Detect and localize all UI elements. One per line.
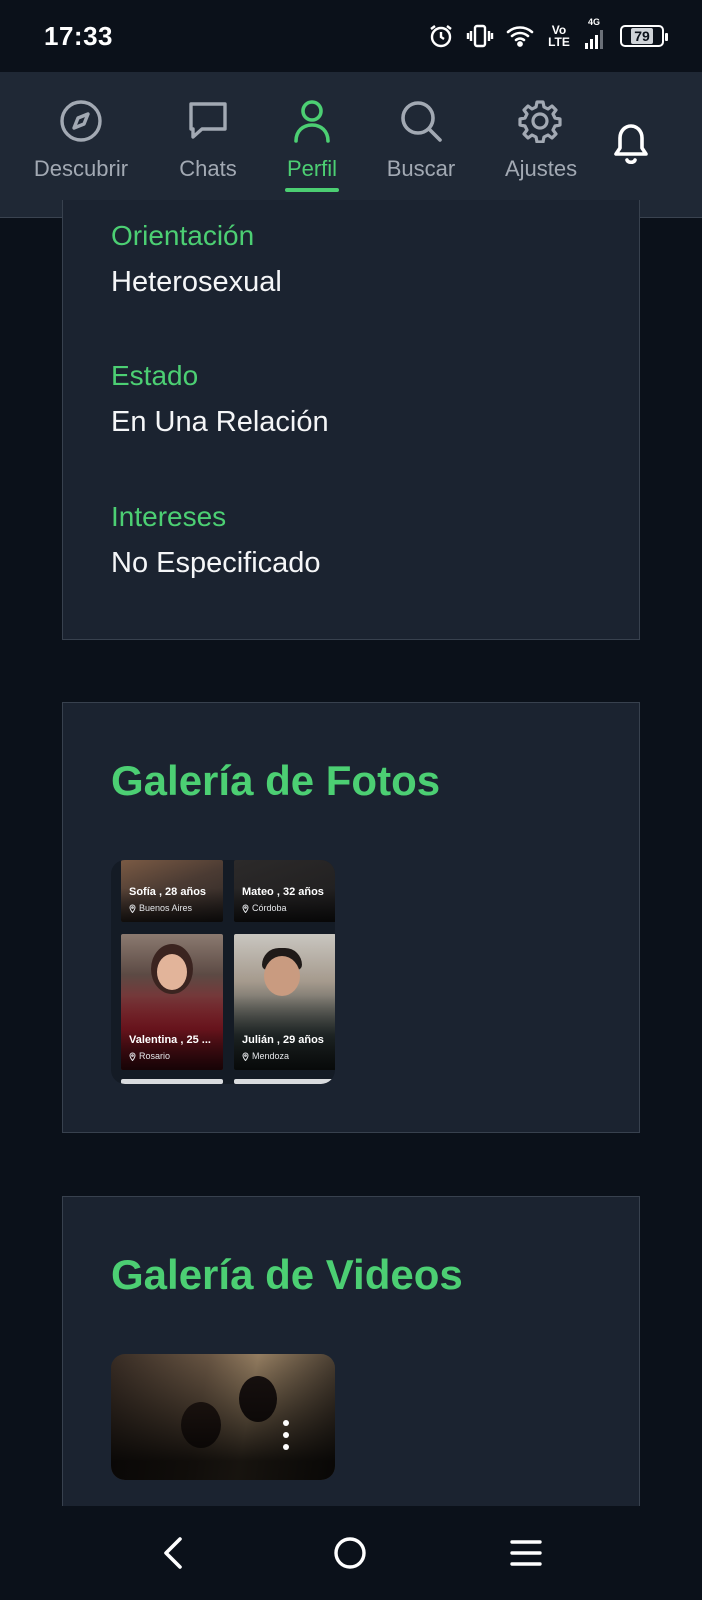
photo-name: Sofía , 28 años [129, 886, 207, 898]
info-orientation: Orientación Heterosexual [111, 220, 282, 299]
info-label: Orientación [111, 220, 255, 251]
back-icon [164, 1537, 182, 1569]
chat-icon [189, 102, 227, 139]
menu-button[interactable] [510, 1536, 542, 1575]
info-interests: Intereses No Especificado [111, 501, 321, 580]
photo-row-peek [121, 1079, 223, 1084]
photo-location: Buenos Aires [139, 903, 193, 913]
wifi-icon [506, 26, 534, 47]
nav-item-buscar[interactable]: Buscar [376, 96, 466, 182]
photo-location: Córdoba [252, 903, 287, 913]
photo-location: Mendoza [252, 1051, 290, 1061]
signal-indicator: 4G [584, 17, 608, 49]
system-nav-bar [0, 1506, 702, 1600]
status-bar: 17:33 Vo LTE 4G 79 [0, 0, 702, 72]
photo-card[interactable]: Valentina , 25 ... Rosario [121, 934, 223, 1070]
home-button[interactable] [333, 1536, 367, 1575]
user-icon [294, 100, 330, 143]
photo-location: Rosario [139, 1051, 171, 1061]
status-icons: Vo LTE 4G 79 [428, 17, 668, 49]
info-label: Intereses [111, 501, 227, 532]
nav-label-buscar: Buscar [386, 156, 456, 181]
info-value: Heterosexual [111, 266, 282, 298]
signal-icon [585, 30, 603, 49]
location-pin-icon [129, 904, 136, 913]
vibrate-icon [466, 24, 494, 48]
search-icon [401, 101, 442, 142]
photo-gallery-title: Galería de Fotos [111, 757, 441, 804]
nav-item-perfil[interactable]: Perfil [272, 96, 352, 182]
info-value: No Especificado [111, 547, 321, 579]
nav-label-chats: Chats [179, 156, 237, 181]
alarm-icon [430, 25, 452, 48]
top-nav: Descubrir Chats Perfil Buscar Ajustes [0, 72, 702, 218]
video-thumbnail[interactable] [111, 1354, 335, 1480]
info-label: Estado [111, 360, 199, 391]
photo-row-peek [234, 1079, 335, 1084]
battery-icon: 79 [620, 25, 668, 47]
home-icon [334, 1537, 366, 1569]
volte-indicator: Vo LTE [548, 23, 570, 49]
photo-name: Valentina , 25 ... [129, 1034, 211, 1046]
battery-level: 79 [631, 28, 653, 44]
location-pin-icon [242, 904, 249, 913]
nav-label-descubrir: Descubrir [33, 156, 129, 181]
status-time: 17:33 [44, 20, 113, 51]
location-pin-icon [242, 1052, 249, 1061]
photo-gallery-card: Galería de Fotos Sofía , 28 años Buenos … [62, 702, 640, 1133]
info-status: Estado En Una Relación [111, 360, 329, 439]
nav-item-descubrir[interactable]: Descubrir [31, 96, 131, 182]
signal-label: 4G [588, 17, 601, 27]
nav-item-ajustes[interactable]: Ajustes [500, 96, 580, 182]
photo-card[interactable]: Sofía , 28 años Buenos Aires [121, 860, 223, 922]
info-value: En Una Relación [111, 406, 329, 438]
nav-active-indicator [285, 188, 339, 192]
photo-name: Julián , 29 años [242, 1034, 324, 1046]
profile-info-card: Orientación Heterosexual Estado En Una R… [62, 200, 640, 640]
photo-card[interactable]: Mateo , 32 años Córdoba [234, 860, 335, 922]
photo-grid[interactable]: Sofía , 28 años Buenos Aires Mateo , 32 … [111, 860, 335, 1084]
back-button[interactable] [160, 1536, 190, 1575]
menu-icon [510, 1540, 542, 1566]
nav-item-chats[interactable]: Chats [168, 96, 248, 182]
nav-label-ajustes: Ajustes [505, 156, 578, 181]
video-gallery-title: Galería de Videos [111, 1251, 463, 1298]
notifications-button[interactable] [608, 118, 654, 173]
photo-name: Mateo , 32 años [242, 886, 324, 898]
more-options-icon[interactable] [279, 1420, 293, 1450]
nav-label-perfil: Perfil [286, 156, 338, 181]
video-gallery-card: Galería de Videos [62, 1196, 640, 1516]
photo-card[interactable]: Julián , 29 años Mendoza [234, 934, 335, 1070]
gear-icon [518, 100, 562, 143]
bell-icon [614, 124, 648, 165]
compass-icon [60, 100, 102, 142]
location-pin-icon [129, 1052, 136, 1061]
